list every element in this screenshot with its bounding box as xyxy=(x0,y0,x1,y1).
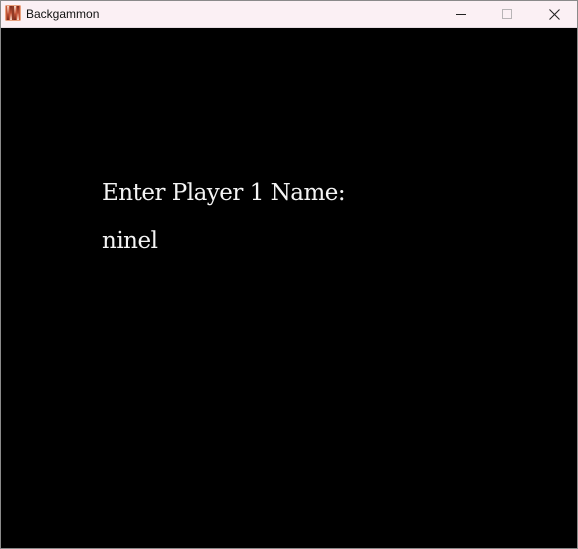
backgammon-app-icon xyxy=(5,5,21,21)
window-title: Backgammon xyxy=(26,7,100,21)
app-window: Backgammon Enter Player 1 Name: ninel xyxy=(0,0,578,549)
game-canvas[interactable]: Enter Player 1 Name: ninel xyxy=(1,28,577,548)
close-icon xyxy=(548,8,560,20)
player-name-prompt: Enter Player 1 Name: xyxy=(102,180,346,206)
close-button[interactable] xyxy=(531,1,577,27)
minimize-button[interactable] xyxy=(438,1,484,27)
maximize-button[interactable] xyxy=(484,1,530,27)
title-bar[interactable]: Backgammon xyxy=(1,1,577,28)
maximize-icon xyxy=(502,9,512,19)
player-name-input[interactable]: ninel xyxy=(102,228,302,258)
minimize-icon xyxy=(456,14,466,15)
